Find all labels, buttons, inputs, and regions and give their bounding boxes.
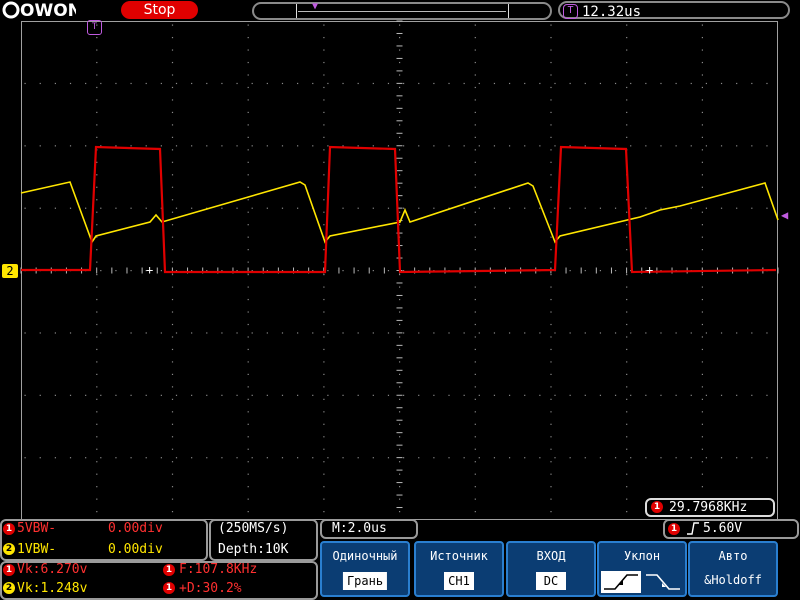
- ch1-peak-voltage: Vk:6.270v: [17, 562, 88, 577]
- softkey-slope[interactable]: Уклон: [597, 541, 687, 597]
- softkey-value: Грань: [342, 572, 388, 590]
- frequency-counter-value: 29.7968KHz: [669, 500, 748, 515]
- sample-rate: (250MS/s): [218, 521, 289, 536]
- trigger-point-icon: T: [87, 20, 102, 35]
- softkey-value: DC: [536, 572, 566, 590]
- ch2-peak-voltage: Vk:1.248v: [17, 581, 88, 596]
- ch2-offset: 0.00div: [108, 542, 163, 557]
- softkey-title: Уклон: [623, 549, 661, 563]
- crosshair-icon: +: [646, 263, 653, 277]
- softkey-value: &Holdoff: [704, 573, 762, 587]
- ch1-badge: 1: [668, 523, 680, 535]
- ch1-badge: 1: [163, 582, 175, 594]
- softkey-title: Авто: [718, 549, 748, 563]
- softkey-title: Одиночный: [332, 549, 398, 563]
- trigger-level-marker-icon: ◀: [781, 208, 789, 222]
- softkey-input-coupling[interactable]: ВХОД DC: [506, 541, 596, 597]
- ch1-frequency: F:107.8KHz: [179, 562, 258, 577]
- ch1-badge: 1: [163, 564, 175, 576]
- rising-edge-icon: [687, 522, 699, 535]
- ch2-badge: 2: [3, 543, 15, 555]
- softkey-title: Источник: [430, 549, 488, 563]
- softkey-value: CH1: [444, 572, 474, 590]
- softkey-auto-holdoff[interactable]: Авто &Holdoff: [688, 541, 778, 597]
- trigger-level-value: 5.60V: [703, 521, 743, 536]
- ch1-offset: 0.00div: [108, 521, 163, 536]
- falling-slope-icon: [646, 574, 680, 590]
- softkey-source[interactable]: Источник CH1: [414, 541, 504, 597]
- ch2-badge: 2: [3, 582, 15, 594]
- ch1-badge: 1: [3, 564, 15, 576]
- crosshair-icon: +: [146, 263, 153, 277]
- softkey-single[interactable]: Одиночный Грань: [320, 541, 410, 597]
- ch2-scale: 1VBW-: [17, 542, 57, 557]
- softkey-title: ВХОД: [536, 549, 566, 563]
- ch2-ground-marker[interactable]: 2: [2, 264, 18, 278]
- timebase-value: M:2.0us: [332, 521, 387, 536]
- memory-depth: Depth:10K: [218, 542, 289, 557]
- ch1-badge: 1: [651, 501, 663, 513]
- frequency-counter: 1 29.7968KHz: [645, 498, 775, 517]
- ch1-duty-cycle: +D:30.2%: [179, 581, 242, 596]
- ch1-badge: 1: [3, 523, 15, 535]
- rising-slope-icon: [601, 571, 641, 593]
- ch1-scale: 5VBW-: [17, 521, 57, 536]
